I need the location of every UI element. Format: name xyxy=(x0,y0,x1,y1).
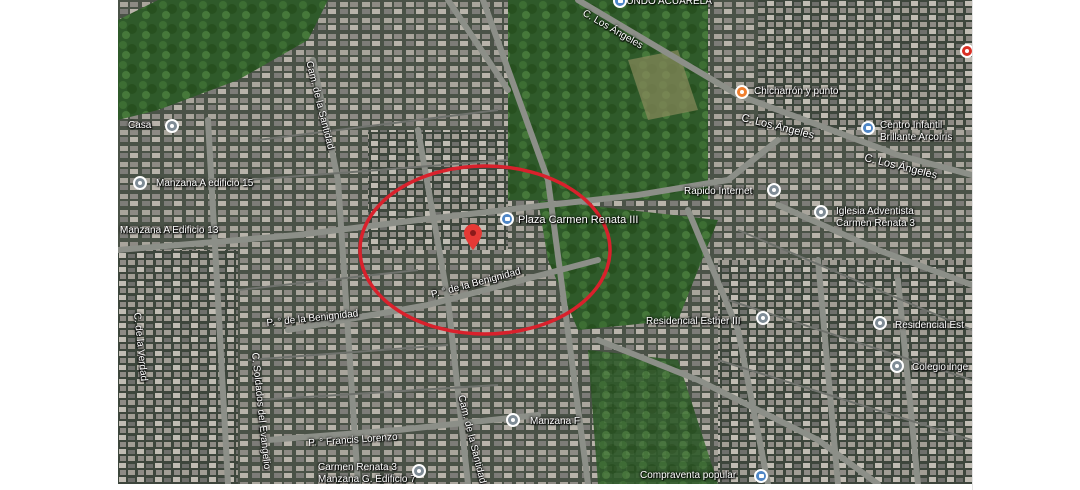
right-margin xyxy=(972,0,1080,490)
poi-label-carmen-renata-3: Carmen Renata 3 xyxy=(836,218,915,229)
poi-label-colegio: Colegio Inge xyxy=(912,362,969,373)
left-margin xyxy=(0,0,119,490)
poi-label-residencial-est: Residencial Est xyxy=(895,320,964,331)
restaurant-pin-icon[interactable] xyxy=(735,85,749,99)
place-pin-icon-manzana-a-15[interactable] xyxy=(133,176,147,190)
store-pin-icon-compraventa[interactable] xyxy=(754,469,768,483)
location-marker-icon[interactable] xyxy=(464,224,482,250)
place-pin-icon-edge[interactable] xyxy=(960,44,972,58)
store-pin-icon-plaza[interactable] xyxy=(500,212,514,226)
bottom-margin xyxy=(118,484,972,490)
school-pin-icon-colegio[interactable] xyxy=(890,359,904,373)
poi-label-manzana-g: Manzana G. Edificio 7 xyxy=(318,474,416,484)
poi-label-carmen-renata-3-bottom: Carmen Renata 3 xyxy=(318,462,397,473)
school-pin-icon[interactable] xyxy=(861,121,875,135)
place-pin-icon-manzana-f[interactable] xyxy=(506,413,520,427)
satellite-map[interactable]: MUNDO ACUARELA C. Los Ángeles Cam. de la… xyxy=(118,0,972,484)
poi-label-casa: Casa xyxy=(128,120,152,131)
poi-label-iglesia-adventista: Iglesia Adventista xyxy=(836,206,914,217)
poi-label-centro-infantil: Centro Infantil xyxy=(880,120,943,131)
poi-label-manzana-a-15: Manzana A edificio 15 xyxy=(156,178,254,189)
poi-label-residencial-esther: Residencial Esther III xyxy=(646,316,741,327)
poi-label-brillante-arcoiris: Brillante Arcoíris xyxy=(880,132,953,143)
poi-label-compraventa: Compraventa popular xyxy=(640,470,737,481)
poi-label-manzana-f: Manzana F xyxy=(530,416,581,427)
place-pin-icon-rapido-internet[interactable] xyxy=(767,183,781,197)
place-pin-icon-carmen-renata[interactable] xyxy=(412,464,426,478)
map-label-mundo-acuarela: MUNDO ACUARELA xyxy=(618,0,712,7)
place-pin-icon-casa[interactable] xyxy=(165,119,179,133)
place-pin-icon-residencial-esther[interactable] xyxy=(756,311,770,325)
poi-label-rapido-internet: Rapido Internet xyxy=(684,186,753,197)
map-imagery xyxy=(118,0,972,484)
poi-label-plaza-carmen-renata: Plaza Carmen Renata III xyxy=(518,214,639,226)
place-pin-icon-residencial-est[interactable] xyxy=(873,316,887,330)
poi-label-manzana-a-13: Manzana A Edificio 13 xyxy=(120,225,219,236)
poi-label-chicharron: Chicharrón y punto xyxy=(754,86,839,97)
church-pin-icon[interactable] xyxy=(814,205,828,219)
